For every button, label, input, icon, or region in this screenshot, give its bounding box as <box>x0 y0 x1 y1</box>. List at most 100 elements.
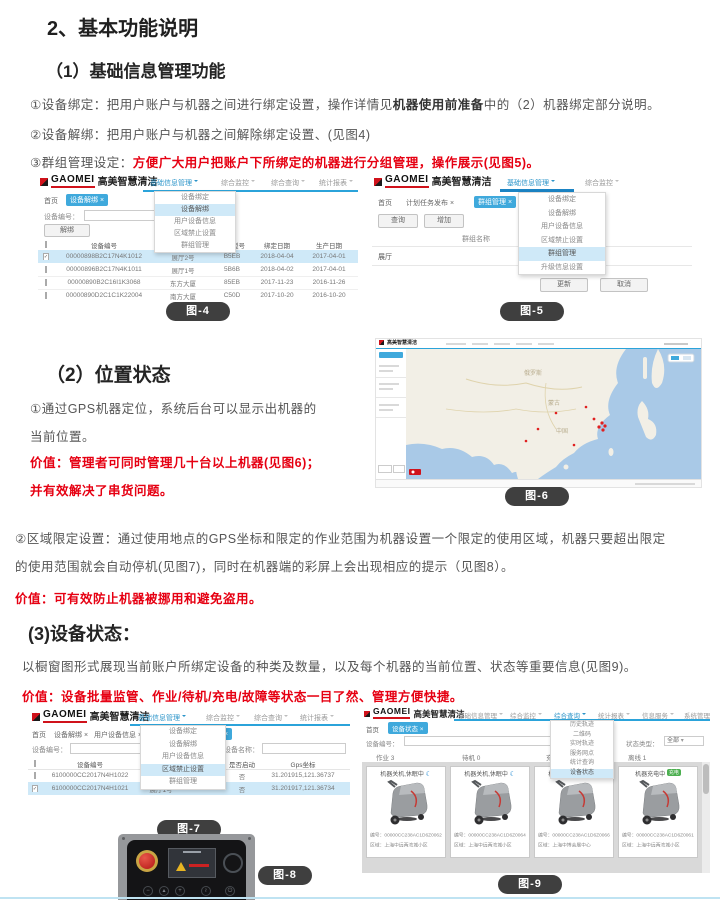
mode-button[interactable]: ▴ <box>159 886 169 896</box>
menu-item-user-device[interactable]: 用户设备信息 <box>155 216 235 228</box>
tab-device-unbind[interactable]: 设备解绑 × <box>66 194 108 206</box>
nav-report[interactable]: 统计报表 <box>300 713 334 723</box>
header-checkbox[interactable] <box>28 760 42 767</box>
device-name-input[interactable] <box>262 743 346 754</box>
machine-card[interactable]: 机器关机,休眠中 ☾ 编号：00000CC238AC1D6Z0066 区域：上海… <box>534 766 614 858</box>
update-button[interactable]: 更新 <box>540 278 588 292</box>
menu-item-service-site[interactable]: 服务网点 <box>551 750 613 760</box>
machine-id: 编号：00000CC238AC1D6Z0061 <box>622 831 694 838</box>
row-checkbox[interactable] <box>38 279 54 286</box>
scrollbar-thumb[interactable] <box>703 764 709 794</box>
status-type-select[interactable]: 全部 ▾ <box>664 736 704 746</box>
menu-item-area-limit[interactable]: 区域禁止设置 <box>155 228 235 240</box>
nav-basic-info[interactable]: 基础信息管理 <box>507 178 555 188</box>
machine-card[interactable]: 机器关机,休眠中 ☾ 编号：00000CC238AC1D6Z0062 区域：上海… <box>366 766 446 858</box>
nav-basic-info[interactable]: 基础信息管理 <box>138 713 186 723</box>
divider <box>376 377 406 378</box>
menu-item-group[interactable]: 群组管理 <box>155 240 235 252</box>
list-item-placeholder[interactable] <box>379 409 393 411</box>
unbind-button[interactable]: 解绑 <box>44 224 90 237</box>
menu-item-history[interactable]: 历史轨迹 <box>551 721 613 731</box>
menu-item-device-status[interactable]: 设备状态 <box>551 769 613 779</box>
menu-item-user-device[interactable]: 用户设备信息 <box>519 220 605 234</box>
plus-button[interactable]: + <box>175 886 185 896</box>
minus-button[interactable]: − <box>143 886 153 896</box>
row-checkbox[interactable]: ✓ <box>38 253 54 260</box>
menu-item-unbind[interactable]: 设备解绑 <box>155 204 235 216</box>
tab-home[interactable]: 首页 <box>32 730 46 740</box>
cancel-button[interactable]: 取消 <box>600 278 648 292</box>
gps-map[interactable]: 俄罗斯 蒙古 中国 <box>406 349 701 479</box>
nav-placeholder[interactable] <box>472 343 488 345</box>
row-checkbox[interactable]: ✓ <box>28 785 42 792</box>
menu-item-bind[interactable]: 设备绑定 <box>141 726 225 739</box>
col-device-id: 设备编号 <box>42 759 138 769</box>
menu-item-area-limit[interactable]: 区域禁止设置 <box>141 764 225 777</box>
menu-item-track[interactable]: 实时轨迹 <box>551 740 613 750</box>
row-checkbox[interactable] <box>38 266 54 273</box>
sidebar-input[interactable] <box>378 465 392 473</box>
emergency-stop-button[interactable] <box>139 853 155 869</box>
nav-placeholder[interactable] <box>538 343 554 345</box>
nav-monitor[interactable]: 综合监控 <box>206 713 240 723</box>
fig8-photo: − ▴ + ≀ ⏻ <box>118 834 255 900</box>
tab-plan-task[interactable]: 计划任务发布 × <box>402 197 458 209</box>
row-checkbox[interactable] <box>28 772 42 779</box>
sidebar-tab-button[interactable] <box>379 352 403 358</box>
brand-en: GAOMEI <box>43 710 87 723</box>
nav-monitor[interactable]: 综合监控 <box>585 178 619 188</box>
nav-basic-info[interactable]: 基础信息管理 <box>150 178 198 188</box>
menu-item-stat-query[interactable]: 统计查询 <box>551 759 613 769</box>
machine-card[interactable]: 机器关机,休眠中 ☾ 编号：00000CC238AC1D6Z0064 区域：上海… <box>450 766 530 858</box>
group-row[interactable]: 展厅 <box>378 252 392 262</box>
nav-placeholder[interactable] <box>494 343 510 345</box>
menu-item-upgrade[interactable]: 升级信息设置 <box>519 261 605 275</box>
machine-control-panel: − ▴ + ≀ ⏻ <box>127 840 246 900</box>
nav-query[interactable]: 综合查询 <box>271 178 305 188</box>
area-limit-line1: ②区域限定设置：通过使用地点的GPS坐标和限定的作业范围为机器设置一个限定的使用… <box>15 528 666 547</box>
add-button[interactable]: 增加 <box>424 214 464 228</box>
list-item-placeholder[interactable] <box>379 365 399 367</box>
tab-group-manage[interactable]: 群组管理 × <box>474 196 516 208</box>
nav-query[interactable]: 综合查询 <box>254 713 288 723</box>
tab-device-status[interactable]: 设备状态 × <box>388 722 428 734</box>
menu-item-group[interactable]: 群组管理 <box>519 247 605 261</box>
menu-item-unbind[interactable]: 设备解绑 <box>141 739 225 752</box>
list-item-placeholder[interactable] <box>379 383 399 385</box>
spray-button[interactable]: ≀ <box>201 886 211 896</box>
gaomei-logo: 高美智慧清洁 <box>379 340 417 346</box>
row-checkbox[interactable] <box>38 292 54 299</box>
header-checkbox[interactable] <box>38 241 54 248</box>
tab-device-unbind[interactable]: 设备解绑 × <box>50 729 92 741</box>
list-item-placeholder[interactable] <box>379 388 393 390</box>
device-id-input[interactable] <box>404 736 574 746</box>
table-row[interactable]: 00000890D2C1C1K22004 南方大厦 C50D 2017-10-2… <box>38 289 358 302</box>
tab-home[interactable]: 首页 <box>378 198 392 208</box>
nav-placeholder[interactable] <box>516 343 532 345</box>
menu-item-bind[interactable]: 设备绑定 <box>519 193 605 207</box>
tab-user-device[interactable]: 用户设备信息 × <box>90 729 146 741</box>
sidebar-input[interactable] <box>393 465 405 473</box>
menu-item-unbind[interactable]: 设备解绑 <box>519 207 605 221</box>
menu-item-group[interactable]: 群组管理 <box>141 776 225 789</box>
power-button[interactable]: ⏻ <box>225 886 235 896</box>
table-row[interactable]: 00000896B2C17N4K1011 展厅1号 5B6B 2018-04-0… <box>38 263 358 277</box>
nav-report[interactable]: 统计报表 <box>319 178 353 188</box>
menu-item-user-device[interactable]: 用户设备信息 <box>141 751 225 764</box>
query-button[interactable]: 查询 <box>378 214 418 228</box>
tab-home[interactable]: 首页 <box>366 724 379 734</box>
nav-monitor[interactable]: 综合监控 <box>221 178 255 188</box>
list-item-placeholder[interactable] <box>379 404 399 406</box>
nav-placeholder[interactable] <box>446 343 466 345</box>
dial-knob[interactable] <box>223 853 243 873</box>
scrollbar[interactable] <box>702 762 710 873</box>
menu-item-bind[interactable]: 设备绑定 <box>155 192 235 204</box>
list-item-placeholder[interactable] <box>379 370 393 372</box>
menu-item-qrcode[interactable]: 二维码 <box>551 731 613 741</box>
tab-home[interactable]: 首页 <box>44 196 58 206</box>
table-row[interactable]: 00000890B2C16I1K3068 东方大厦 85EB 2017-11-2… <box>38 276 358 290</box>
gaomei-logo: GAOMEI 高美智慧清洁 <box>32 710 150 723</box>
machine-card[interactable]: 机器充电中 充电 编号：00000CC238AC1D6Z0061 区域：上海中远… <box>618 766 698 858</box>
menu-item-area-limit[interactable]: 区域禁止设置 <box>519 234 605 248</box>
basic-info-dropdown: 设备绑定 设备解绑 用户设备信息 区域禁止设置 群组管理 升级信息设置 <box>518 192 606 275</box>
